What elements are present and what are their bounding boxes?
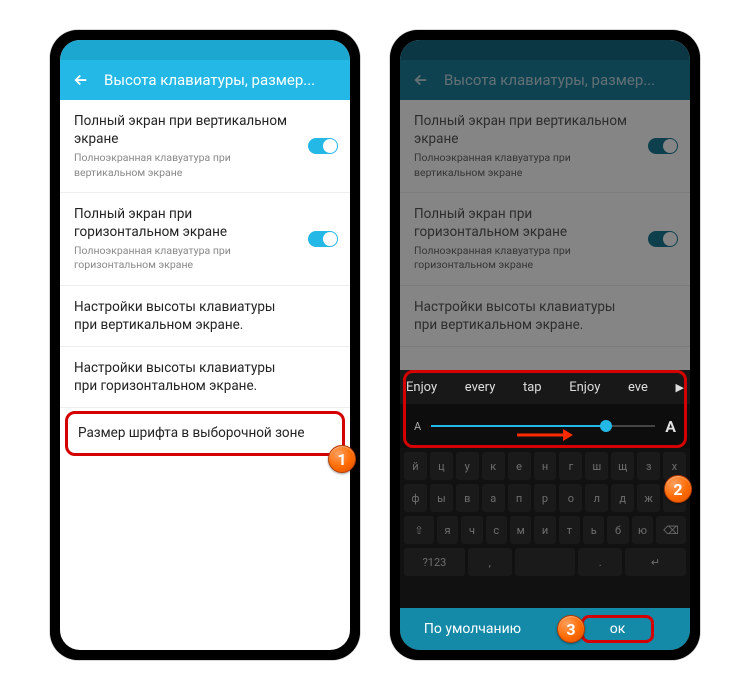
setting-subtitle: Полноэкранная клавуатура при горизонталь… xyxy=(414,244,676,272)
toggle-switch[interactable] xyxy=(308,138,338,154)
setting-fullscreen-horizontal: Полный экран при горизонтальном экране П… xyxy=(400,193,690,286)
setting-height-vertical[interactable]: Настройки высоты клавиатуры при вертикал… xyxy=(60,286,350,347)
back-icon[interactable] xyxy=(72,71,90,89)
keyboard-key[interactable]: й xyxy=(404,452,427,480)
setting-height-vertical: Настройки высоты клавиатуры при вертикал… xyxy=(400,286,690,347)
title-bar: Высота клавиатуры, размер... xyxy=(400,60,690,100)
keyboard-key[interactable]: с xyxy=(486,516,507,544)
keyboard-key[interactable]: р xyxy=(534,484,557,512)
keyboard-key[interactable]: ю xyxy=(632,516,653,544)
page-title: Высота клавиатуры, размер... xyxy=(444,71,655,89)
setting-font-size-highlighted[interactable]: Размер шрифта в выборочной зоне xyxy=(65,411,345,455)
keyboard-key[interactable]: ж xyxy=(637,484,660,512)
toggle-switch xyxy=(648,138,678,154)
keyboard-key[interactable]: ь xyxy=(583,516,604,544)
screen-right: Высота клавиатуры, размер... Полный экра… xyxy=(400,40,690,650)
suggestion-word[interactable]: Enjoy xyxy=(569,380,600,395)
default-button[interactable]: По умолчанию xyxy=(400,608,545,650)
keyboard-key[interactable]: ↵ xyxy=(625,548,686,576)
keyboard-key[interactable]: ч xyxy=(461,516,482,544)
annotation-badge-2: 2 xyxy=(664,475,692,503)
keyboard-key[interactable] xyxy=(515,548,576,576)
suggestion-bar[interactable]: Enjoy every tap Enjoy eve ▶ xyxy=(400,370,690,404)
setting-title: Настройки высоты клавиатуры при вертикал… xyxy=(74,298,336,334)
setting-title: Полный экран при вертикальном экране xyxy=(74,112,336,148)
toggle-switch[interactable] xyxy=(308,231,338,247)
setting-title: Размер шрифта в выборочной зоне xyxy=(78,424,332,442)
setting-title: Настройки высоты клавиатуры при горизонт… xyxy=(74,359,336,395)
font-size-slider-row: A A xyxy=(400,404,690,448)
keyboard-key[interactable]: и xyxy=(534,516,555,544)
setting-fullscreen-horizontal[interactable]: Полный экран при горизонтальном экране П… xyxy=(60,193,350,286)
keyboard-key[interactable]: г xyxy=(559,452,582,480)
keyboard-key[interactable]: ⌫ xyxy=(656,516,686,544)
setting-fullscreen-vertical[interactable]: Полный экран при вертикальном экране Пол… xyxy=(60,100,350,193)
keyboard-key[interactable]: ы xyxy=(430,484,453,512)
keyboard-key[interactable]: к xyxy=(482,452,505,480)
keyboard-key[interactable]: м xyxy=(510,516,531,544)
setting-title: Полный экран при вертикальном экране xyxy=(414,112,676,148)
slider-min-label: A xyxy=(414,420,421,433)
setting-title: Настройки высоты клавиатуры при вертикал… xyxy=(414,298,676,334)
phone-left: Высота клавиатуры, размер... Полный экра… xyxy=(50,30,360,660)
action-bar: По умолчанию ок xyxy=(400,608,690,650)
keyboard-key[interactable]: н xyxy=(534,452,557,480)
back-icon[interactable] xyxy=(412,71,430,89)
suggestion-word[interactable]: eve xyxy=(628,380,648,395)
keyboard-key[interactable]: , xyxy=(468,548,512,576)
keyboard-key[interactable]: ⇧ xyxy=(404,516,434,544)
setting-subtitle: Полноэкранная клавуатура при вертикально… xyxy=(414,151,676,179)
suggestion-word[interactable]: tap xyxy=(523,380,542,395)
chevron-right-icon[interactable]: ▶ xyxy=(676,381,684,394)
keyboard-key[interactable]: е xyxy=(508,452,531,480)
screen-left: Высота клавиатуры, размер... Полный экра… xyxy=(60,40,350,650)
annotation-badge-1: 1 xyxy=(328,445,356,473)
keyboard-key[interactable]: . xyxy=(578,548,622,576)
keyboard-key[interactable]: о xyxy=(559,484,582,512)
slider-thumb[interactable] xyxy=(600,420,612,432)
annotation-highlight-ok: ок xyxy=(581,615,655,643)
keyboard-key[interactable]: д xyxy=(611,484,634,512)
setting-title: Полный экран при горизонтальном экране xyxy=(74,205,336,241)
keyboard-key[interactable]: ф xyxy=(404,484,427,512)
keyboard-key[interactable]: у xyxy=(456,452,479,480)
setting-subtitle: Полноэкранная клавуатура при горизонталь… xyxy=(74,244,336,272)
keyboard-key[interactable]: я xyxy=(437,516,458,544)
keyboard-key[interactable]: ?123 xyxy=(404,548,465,576)
suggestion-word[interactable]: every xyxy=(465,380,496,395)
toggle-switch xyxy=(648,231,678,247)
phone-right: Высота клавиатуры, размер... Полный экра… xyxy=(390,30,700,660)
page-title: Высота клавиатуры, размер... xyxy=(104,71,315,89)
keyboard-key[interactable]: б xyxy=(607,516,628,544)
annotation-arrow-icon xyxy=(515,427,575,443)
keyboard-area: Enjoy every tap Enjoy eve ▶ A A xyxy=(400,370,690,650)
setting-fullscreen-vertical: Полный экран при вертикальном экране Пол… xyxy=(400,100,690,193)
setting-subtitle: Полноэкранная клавуатура при вертикально… xyxy=(74,151,336,179)
keyboard-key[interactable]: в xyxy=(456,484,479,512)
keyboard-key[interactable]: ц xyxy=(430,452,453,480)
keyboard-keys: йцукенгшщзх фывапролджэ ⇧ячсмитьбю⌫ ?123… xyxy=(400,448,690,576)
setting-height-horizontal[interactable]: Настройки высоты клавиатуры при горизонт… xyxy=(60,347,350,408)
keyboard-key[interactable]: т xyxy=(559,516,580,544)
status-bar xyxy=(60,40,350,60)
title-bar: Высота клавиатуры, размер... xyxy=(60,60,350,100)
slider-max-label: A xyxy=(665,417,676,436)
keyboard-key[interactable]: щ xyxy=(611,452,634,480)
keyboard-key[interactable]: ш xyxy=(585,452,608,480)
keyboard-key[interactable]: з xyxy=(637,452,660,480)
status-bar xyxy=(400,40,690,60)
keyboard-key[interactable]: а xyxy=(482,484,505,512)
keyboard-key[interactable]: п xyxy=(508,484,531,512)
setting-title: Полный экран при горизонтальном экране xyxy=(414,205,676,241)
suggestion-word[interactable]: Enjoy xyxy=(406,380,437,395)
annotation-badge-3: 3 xyxy=(557,615,585,643)
keyboard-key[interactable]: л xyxy=(585,484,608,512)
